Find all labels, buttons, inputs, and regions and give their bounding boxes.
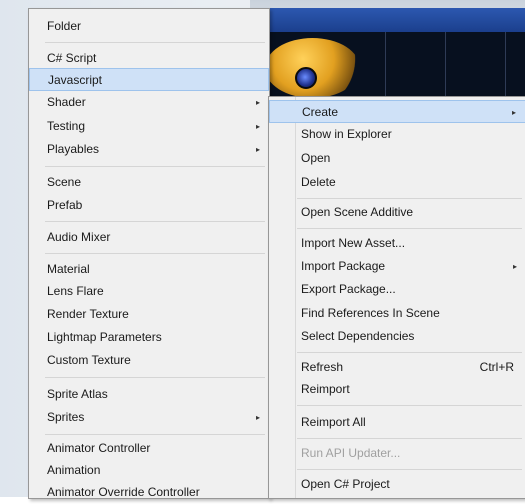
menu-item-reimport[interactable]: Reimport bbox=[269, 378, 525, 401]
menu-item-label: Prefab bbox=[47, 198, 83, 212]
menu-item-open-scene-additive[interactable]: Open Scene Additive bbox=[269, 201, 525, 224]
menu-item-label: Sprites bbox=[47, 410, 85, 424]
menu-separator bbox=[45, 42, 265, 43]
create-submenu: Folder C# Script Javascript Shader ▸ Test… bbox=[28, 8, 270, 499]
menu-item-label: Custom Texture bbox=[47, 353, 131, 367]
menu-item-reimport-all[interactable]: Reimport All bbox=[269, 411, 525, 434]
menu-item-label: C# Script bbox=[47, 51, 97, 65]
menu-item-animator-override-controller[interactable]: Animator Override Controller bbox=[29, 481, 269, 504]
submenu-arrow-icon: ▸ bbox=[255, 98, 260, 107]
menu-item-select-dependencies[interactable]: Select Dependencies bbox=[269, 325, 525, 348]
menu-item-label: Reimport bbox=[301, 382, 350, 396]
shortcut-label: Ctrl+R bbox=[479, 360, 514, 374]
menu-separator bbox=[45, 434, 265, 435]
menu-item-sprite-atlas[interactable]: Sprite Atlas bbox=[29, 383, 269, 406]
menu-item-label: Run API Updater... bbox=[301, 446, 401, 460]
menu-item-label: Refresh bbox=[301, 360, 344, 374]
menu-item-animation[interactable]: Animation bbox=[29, 459, 269, 482]
submenu-arrow-icon: ▸ bbox=[255, 413, 260, 422]
menu-item-lens-flare[interactable]: Lens Flare bbox=[29, 280, 269, 303]
menu-item-find-references-in-scene[interactable]: Find References In Scene bbox=[269, 302, 525, 325]
planet-graphic bbox=[265, 38, 360, 98]
menu-item-label: Folder bbox=[47, 19, 82, 33]
menu-separator bbox=[297, 228, 522, 229]
menu-separator bbox=[45, 377, 265, 378]
menu-item-label: Animation bbox=[47, 463, 101, 477]
menu-item-label: Material bbox=[47, 262, 90, 276]
menu-item-import-package[interactable]: Import Package ▸ bbox=[269, 255, 525, 278]
menu-item-label: Testing bbox=[47, 119, 86, 133]
menu-item-label: Javascript bbox=[48, 73, 103, 87]
menu-item-shader[interactable]: Shader ▸ bbox=[29, 91, 269, 114]
menu-item-label: Open bbox=[301, 151, 331, 165]
menu-separator bbox=[45, 253, 265, 254]
menu-separator bbox=[297, 469, 522, 470]
menu-item-audio-mixer[interactable]: Audio Mixer bbox=[29, 226, 269, 249]
preview-gridline bbox=[505, 32, 506, 102]
menu-item-label: Playables bbox=[47, 142, 100, 156]
menu-separator bbox=[297, 352, 522, 353]
menu-item-playables[interactable]: Playables ▸ bbox=[29, 138, 269, 161]
menu-item-testing[interactable]: Testing ▸ bbox=[29, 115, 269, 138]
menu-item-label: Create bbox=[302, 105, 339, 119]
menu-separator bbox=[45, 221, 265, 222]
menu-item-label: Reimport All bbox=[301, 415, 366, 429]
menu-item-label: Select Dependencies bbox=[301, 329, 415, 343]
menu-separator bbox=[297, 405, 522, 406]
preview-gridline bbox=[385, 32, 386, 102]
menu-item-label: Render Texture bbox=[47, 307, 129, 321]
menu-item-sprites[interactable]: Sprites ▸ bbox=[29, 406, 269, 429]
menu-item-label: Shader bbox=[47, 95, 86, 109]
preview-gridline bbox=[445, 32, 446, 102]
menu-item-javascript[interactable]: Javascript bbox=[29, 68, 269, 91]
menu-item-prefab[interactable]: Prefab bbox=[29, 194, 269, 217]
menu-item-label: Show in Explorer bbox=[301, 127, 392, 141]
menu-item-scene[interactable]: Scene bbox=[29, 171, 269, 194]
menu-item-open[interactable]: Open bbox=[269, 147, 525, 170]
menu-item-import-new-asset[interactable]: Import New Asset... bbox=[269, 232, 525, 255]
menu-item-label: Sprite Atlas bbox=[47, 387, 108, 401]
menu-item-run-api-updater: Run API Updater... bbox=[269, 442, 525, 465]
project-window-title-bar bbox=[255, 8, 525, 32]
menu-separator bbox=[297, 198, 522, 199]
asset-preview-image bbox=[255, 32, 525, 102]
planet-eye-graphic bbox=[295, 67, 317, 89]
menu-item-folder[interactable]: Folder bbox=[29, 15, 269, 38]
submenu-arrow-icon: ▸ bbox=[255, 122, 260, 131]
menu-item-label: Open Scene Additive bbox=[301, 205, 414, 219]
menu-item-custom-texture[interactable]: Custom Texture bbox=[29, 349, 269, 372]
menu-item-export-package[interactable]: Export Package... bbox=[269, 278, 525, 301]
menu-item-label: Delete bbox=[301, 175, 336, 189]
menu-item-material[interactable]: Material bbox=[29, 258, 269, 281]
submenu-arrow-icon: ▸ bbox=[255, 145, 260, 154]
menu-item-open-csharp-project[interactable]: Open C# Project bbox=[269, 473, 525, 496]
menu-item-label: Audio Mixer bbox=[47, 230, 111, 244]
menu-item-render-texture[interactable]: Render Texture bbox=[29, 303, 269, 326]
menu-item-label: Open C# Project bbox=[301, 477, 390, 491]
menu-item-label: Animator Controller bbox=[47, 441, 151, 455]
menu-item-refresh[interactable]: Refresh Ctrl+R bbox=[269, 356, 525, 379]
menu-item-label: Lightmap Parameters bbox=[47, 330, 162, 344]
menu-item-label: Export Package... bbox=[301, 282, 396, 296]
menu-item-label: Lens Flare bbox=[47, 284, 104, 298]
menu-item-label: Find References In Scene bbox=[301, 306, 440, 320]
submenu-arrow-icon: ▸ bbox=[511, 108, 516, 117]
menu-item-create[interactable]: Create ▸ bbox=[269, 100, 525, 123]
menu-separator bbox=[45, 166, 265, 167]
menu-item-label: Import New Asset... bbox=[301, 236, 406, 250]
submenu-arrow-icon: ▸ bbox=[512, 262, 517, 271]
menu-item-lightmap-parameters[interactable]: Lightmap Parameters bbox=[29, 326, 269, 349]
menu-item-label: Import Package bbox=[301, 259, 386, 273]
menu-separator bbox=[297, 438, 522, 439]
menu-item-label: Scene bbox=[47, 175, 82, 189]
menu-item-csharp-script[interactable]: C# Script bbox=[29, 47, 269, 70]
menu-item-show-in-explorer[interactable]: Show in Explorer bbox=[269, 123, 525, 146]
menu-item-animator-controller[interactable]: Animator Controller bbox=[29, 437, 269, 460]
asset-context-menu: Create ▸ Show in Explorer Open Delete Ope… bbox=[268, 96, 525, 499]
menu-item-delete[interactable]: Delete bbox=[269, 171, 525, 194]
